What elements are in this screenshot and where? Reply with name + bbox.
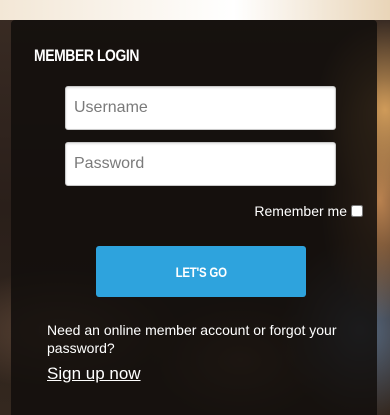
username-input[interactable] <box>65 86 336 130</box>
sign-up-link[interactable]: Sign up now <box>47 364 141 384</box>
remember-me-label: Remember me <box>254 203 347 219</box>
top-banner-strip <box>0 0 390 20</box>
login-submit-button[interactable]: LET'S GO <box>96 246 306 297</box>
login-submit-label: LET'S GO <box>175 263 227 280</box>
remember-me-checkbox[interactable] <box>351 205 363 217</box>
password-input[interactable] <box>65 142 336 186</box>
remember-me[interactable]: Remember me <box>254 203 363 219</box>
login-title: MEMBER LOGIN <box>34 46 140 65</box>
help-text: Need an online member account or forgot … <box>47 322 337 356</box>
